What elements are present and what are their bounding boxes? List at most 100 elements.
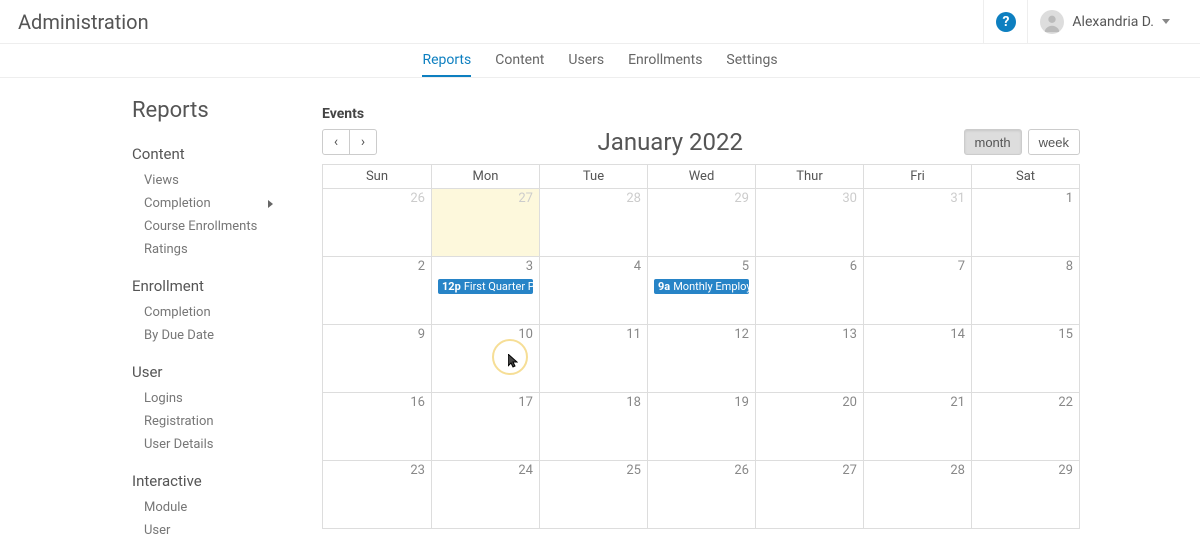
- view-week-button[interactable]: week: [1028, 129, 1080, 155]
- calendar-cell[interactable]: 11: [539, 325, 647, 392]
- sidebar-group-title: Interactive: [132, 472, 322, 490]
- sidebar-item-label: Ratings: [144, 242, 188, 257]
- day-number: 10: [518, 327, 533, 342]
- sidebar-item[interactable]: Module: [136, 496, 281, 519]
- calendar-toolbar: ‹ › January 2022 monthweek: [322, 128, 1080, 156]
- sidebar-item[interactable]: Views: [136, 169, 281, 192]
- calendar-cell[interactable]: 28: [863, 461, 971, 528]
- day-number: 28: [626, 191, 641, 206]
- calendar-cell[interactable]: 23: [323, 461, 431, 528]
- calendar-cell[interactable]: 312pFirst Quarter Plan: [431, 257, 539, 324]
- calendar-cell[interactable]: 17: [431, 393, 539, 460]
- calendar-cell[interactable]: 22: [971, 393, 1079, 460]
- day-number: 4: [634, 259, 641, 274]
- sidebar-item[interactable]: By Due Date: [136, 324, 281, 347]
- sidebar-item[interactable]: Completion: [136, 192, 281, 215]
- calendar-cell[interactable]: 14: [863, 325, 971, 392]
- calendar-cell[interactable]: 16: [323, 393, 431, 460]
- calendar-grid: SunMonTueWedThurFriSat 26272829303112312…: [322, 164, 1080, 529]
- nav-tab-users[interactable]: Users: [568, 44, 604, 77]
- calendar-cell[interactable]: 24: [431, 461, 539, 528]
- sidebar-item[interactable]: Registration: [136, 410, 281, 433]
- calendar-cell[interactable]: 4: [539, 257, 647, 324]
- day-number: 6: [850, 259, 857, 274]
- event-chip[interactable]: 9aMonthly Employee: [654, 279, 749, 294]
- calendar-row: 26 27 28 29 30311: [323, 189, 1079, 257]
- sidebar-item-label: By Due Date: [144, 328, 214, 343]
- user-name: Alexandria D.: [1072, 14, 1154, 30]
- sidebar-item[interactable]: Ratings: [136, 238, 281, 261]
- day-number: 12: [734, 327, 749, 342]
- calendar-cell[interactable]: 29: [647, 189, 755, 256]
- prev-button[interactable]: ‹: [322, 129, 350, 155]
- day-header: Wed: [647, 165, 755, 188]
- calendar-cell[interactable]: 25: [539, 461, 647, 528]
- day-header: Fri: [863, 165, 971, 188]
- calendar-cell[interactable]: 15: [971, 325, 1079, 392]
- calendar-cell[interactable]: 21: [863, 393, 971, 460]
- calendar-cell[interactable]: 9: [323, 325, 431, 392]
- chevron-left-icon: ‹: [334, 134, 338, 150]
- sidebar-item[interactable]: Completion: [136, 301, 281, 324]
- sidebar-item[interactable]: User: [136, 519, 281, 542]
- calendar-cell[interactable]: 8: [971, 257, 1079, 324]
- chevron-right-icon: ›: [361, 134, 365, 150]
- day-number: 26: [734, 463, 749, 478]
- calendar-cell[interactable]: 1: [971, 189, 1079, 256]
- view-month-button[interactable]: month: [964, 129, 1022, 155]
- calendar-cell[interactable]: 19: [647, 393, 755, 460]
- calendar-cell[interactable]: 10: [431, 325, 539, 392]
- calendar-cell[interactable]: 30: [755, 189, 863, 256]
- sidebar-item[interactable]: Course Enrollments: [136, 215, 281, 238]
- calendar-row: 23 24 25 26 27 2829: [323, 461, 1079, 529]
- sidebar-item-label: Module: [144, 500, 187, 515]
- calendar-title: January 2022: [385, 128, 956, 156]
- day-number: 20: [842, 395, 857, 410]
- user-menu[interactable]: Alexandria D.: [1027, 0, 1182, 44]
- nav-tab-enrollments[interactable]: Enrollments: [628, 44, 702, 77]
- top-bar: Administration ? Alexandria D.: [0, 0, 1200, 44]
- day-number: 25: [626, 463, 641, 478]
- event-title: First Quarter Plan: [464, 280, 533, 293]
- next-button[interactable]: ›: [349, 129, 377, 155]
- nav-tab-content[interactable]: Content: [495, 44, 544, 77]
- day-number: 18: [626, 395, 641, 410]
- calendar-cell[interactable]: 26: [647, 461, 755, 528]
- calendar-cell[interactable]: 29: [971, 461, 1079, 528]
- day-number: 29: [734, 191, 749, 206]
- content-area: Events ‹ › January 2022 monthweek SunMon…: [322, 78, 1200, 559]
- day-number: 24: [518, 463, 533, 478]
- sidebar-item[interactable]: Logins: [136, 387, 281, 410]
- calendar-cell[interactable]: 59aMonthly Employee: [647, 257, 755, 324]
- day-number: 2: [418, 259, 425, 274]
- calendar-cell[interactable]: 18: [539, 393, 647, 460]
- event-time: 12p: [442, 280, 461, 293]
- calendar-cell[interactable]: 20: [755, 393, 863, 460]
- calendar-cell[interactable]: 2: [323, 257, 431, 324]
- day-number: 23: [410, 463, 425, 478]
- calendar-cell[interactable]: 6: [755, 257, 863, 324]
- sidebar-item[interactable]: User Details: [136, 433, 281, 456]
- chevron-down-icon: [1162, 19, 1170, 24]
- day-number: 14: [950, 327, 965, 342]
- day-number: 7: [958, 259, 965, 274]
- calendar-cell[interactable]: 31: [863, 189, 971, 256]
- day-number: 27: [518, 191, 533, 206]
- calendar-cell[interactable]: 27: [431, 189, 539, 256]
- calendar-row: 9 10 11 12 13 14 15: [323, 325, 1079, 393]
- calendar-cell[interactable]: 28: [539, 189, 647, 256]
- sidebar-item-label: Views: [144, 173, 179, 188]
- day-header: Sat: [971, 165, 1079, 188]
- help-button[interactable]: ?: [983, 0, 1027, 44]
- page-title: Administration: [18, 10, 149, 34]
- section-heading: Events: [322, 106, 1080, 122]
- calendar-cell[interactable]: 26: [323, 189, 431, 256]
- calendar-cell[interactable]: 27: [755, 461, 863, 528]
- calendar-cell[interactable]: 12: [647, 325, 755, 392]
- nav-tab-settings[interactable]: Settings: [726, 44, 777, 77]
- calendar-cell[interactable]: 13: [755, 325, 863, 392]
- day-number: 27: [842, 463, 857, 478]
- calendar-cell[interactable]: 7: [863, 257, 971, 324]
- event-chip[interactable]: 12pFirst Quarter Plan: [438, 279, 533, 294]
- nav-tab-reports[interactable]: Reports: [422, 44, 471, 77]
